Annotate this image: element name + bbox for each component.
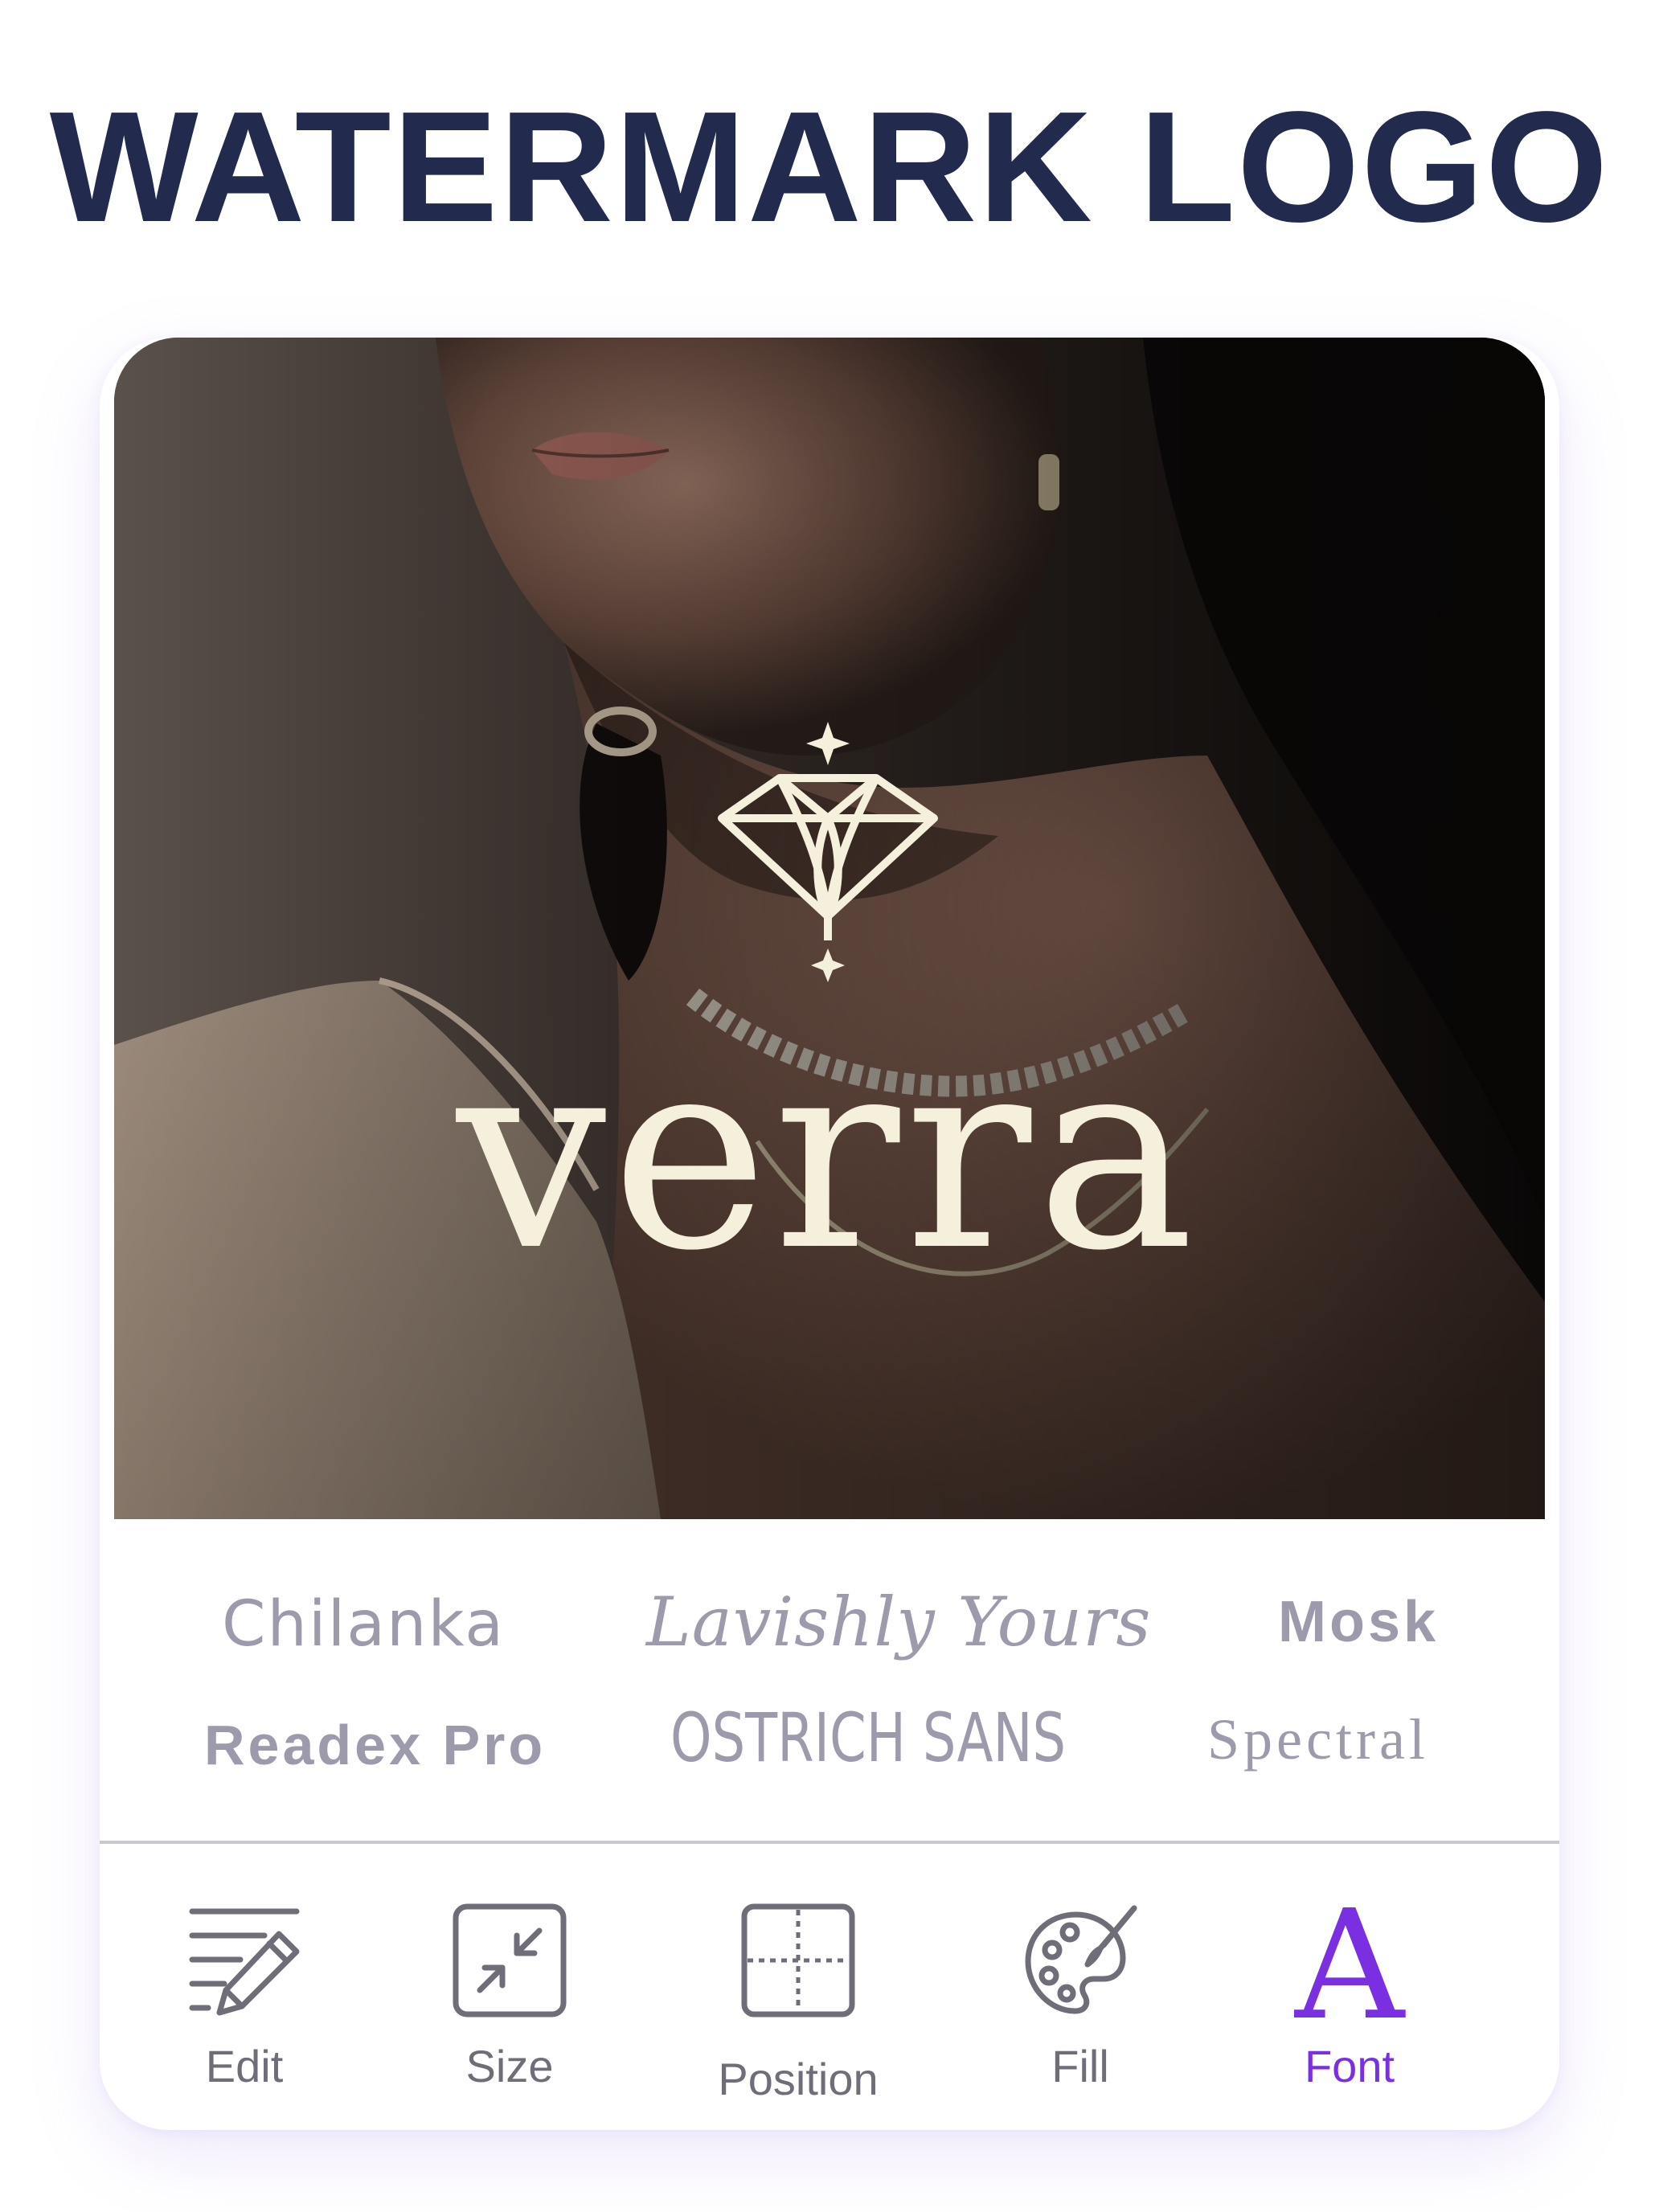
font-option-mosk[interactable]: Mosk	[1278, 1593, 1439, 1651]
shrink-arrows-icon	[453, 1903, 567, 2017]
page-headline: WATERMARK LOGO	[0, 88, 1659, 246]
font-label: Font	[1304, 2041, 1395, 2091]
position-tool-button[interactable]: Position	[678, 1844, 919, 2109]
logo-wordmark: verra	[453, 1000, 1199, 1309]
size-label: Size	[465, 2041, 554, 2091]
app-page: WATERMARK LOGO verra Chilanka Lavishly Y…	[0, 0, 1659, 2212]
font-a-icon: A	[1295, 1878, 1404, 2054]
font-option-chilanka[interactable]: Chilanka	[222, 1593, 505, 1656]
palette-icon	[1025, 1905, 1137, 2014]
font-option-lavishly-yours[interactable]: Lavishly Yours	[646, 1588, 1152, 1656]
edit-pencil-icon	[189, 1908, 300, 2016]
font-option-readex-pro[interactable]: Readex Pro	[204, 1717, 546, 1773]
photo-canvas[interactable]: verra	[114, 338, 1545, 1519]
font-options: Chilanka Lavishly Yours Mosk Readex Pro …	[100, 1519, 1559, 1841]
editor-card: verra Chilanka Lavishly Yours Mosk Reade…	[100, 338, 1559, 2130]
bottom-toolbar: Edit Size Position Fill A Font	[100, 1844, 1559, 2130]
font-option-spectral[interactable]: Spectral	[1207, 1710, 1429, 1768]
headline-light: LOGO	[1139, 79, 1610, 255]
position-grid-icon	[741, 1903, 855, 2017]
diamond-logo-icon	[718, 722, 938, 982]
font-option-ostrich-sans[interactable]: OSTRICH SANS	[670, 1704, 1066, 1772]
font-tool-button[interactable]: A Font	[1229, 1844, 1470, 2109]
headline-bold: WATERMARK	[49, 79, 1094, 255]
fill-label: Fill	[1051, 2041, 1109, 2091]
position-label: Position	[718, 2054, 879, 2104]
edit-tool-button[interactable]: Edit	[124, 1844, 365, 2109]
size-tool-button[interactable]: Size	[389, 1844, 630, 2109]
watermark-logo[interactable]: verra	[114, 338, 1545, 1519]
edit-label: Edit	[205, 2041, 284, 2091]
fill-tool-button[interactable]: Fill	[960, 1844, 1201, 2109]
